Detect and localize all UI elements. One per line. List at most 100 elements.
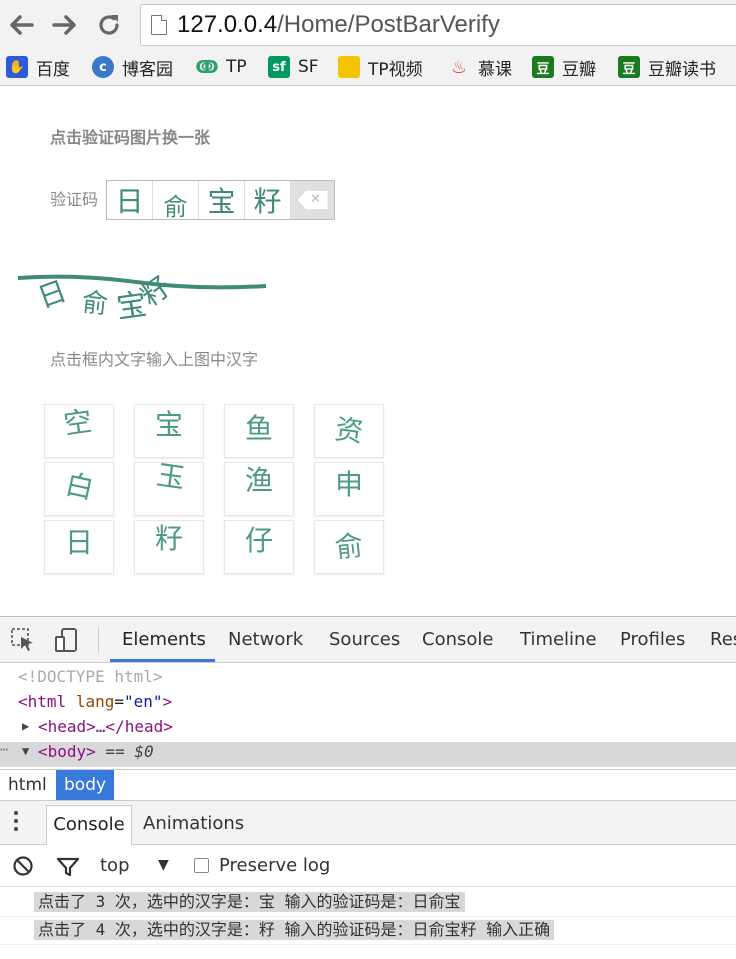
grid-char-button[interactable]: 鱼 <box>224 404 294 458</box>
grid-char: 宝 <box>154 408 183 441</box>
bookmark-sf[interactable]: sf SF <box>268 54 319 80</box>
tab-sources[interactable]: Sources <box>329 629 400 650</box>
dom-html-node[interactable]: <html lang="en"> <box>0 692 736 717</box>
html-attr-name: lang <box>75 692 115 711</box>
bookmark-douban-read[interactable]: 豆豆瓣读书 <box>618 54 716 80</box>
tab-profiles[interactable]: Profiles <box>620 629 685 650</box>
grid-char-button[interactable]: 仔 <box>224 520 294 574</box>
grid-char-button[interactable]: 白 <box>44 462 114 516</box>
console-message[interactable]: 点击了 3 次，选中的汉字是：宝 输入的验证码是：日俞宝 <box>0 889 736 917</box>
bookmark-label: 博客园 <box>122 59 173 80</box>
grid-char: 申 <box>334 468 363 501</box>
bookmark-cnblogs[interactable]: c 博客园 <box>92 54 173 80</box>
page-icon <box>151 15 167 35</box>
bookmark-label: 百度 <box>36 59 70 80</box>
captcha-input-char: 宝 <box>199 181 245 219</box>
grid-char-button[interactable]: 日 <box>44 520 114 574</box>
segmentfault-icon: sf <box>268 56 290 78</box>
context-select[interactable]: top <box>100 855 130 876</box>
captcha-input-char: 籽 <box>245 181 291 219</box>
bookmark-douban[interactable]: 豆豆瓣 <box>532 54 596 80</box>
grid-char: 日 <box>64 526 93 559</box>
flame-icon: ♨ <box>450 56 468 78</box>
collapse-arrow-icon[interactable]: ▼ <box>22 744 29 758</box>
grid-char-button[interactable]: 玉 <box>134 458 204 516</box>
thinkphp-icon: ↂ <box>195 56 219 78</box>
backspace-button[interactable]: ✕ <box>291 181 334 219</box>
captcha-label: 验证码 <box>50 190 99 209</box>
html-tag-name: html <box>27 692 67 711</box>
refresh-hint: 点击验证码图片换一张 <box>50 128 211 147</box>
bookmark-label: TP视频 <box>368 59 423 80</box>
bookmark-label: 豆瓣读书 <box>648 59 716 80</box>
click-hint: 点击框内文字输入上图中汉字 <box>50 350 259 369</box>
breadcrumb-body[interactable]: body <box>56 770 115 800</box>
bookmark-tp[interactable]: ↂ TP <box>195 54 246 80</box>
tab-elements[interactable]: Elements <box>122 629 206 650</box>
inspect-element-icon[interactable] <box>10 627 36 653</box>
tab-resources[interactable]: Res <box>710 629 736 650</box>
breadcrumb: html body <box>0 769 736 801</box>
captcha-image[interactable]: 日 俞 宝 籽 <box>16 272 272 328</box>
tp-video-icon <box>338 56 360 78</box>
cnblogs-icon: c <box>92 56 114 78</box>
filter-icon[interactable] <box>56 857 80 877</box>
reload-icon <box>99 15 119 35</box>
device-mode-icon[interactable] <box>54 627 80 653</box>
grid-char-button[interactable]: 空 <box>44 404 114 458</box>
captcha-input[interactable]: 日 俞 宝 籽 ✕ <box>106 180 335 221</box>
grid-char: 渔 <box>244 464 273 497</box>
grid-char-button[interactable]: 籽 <box>134 520 204 574</box>
bookmark-baidu[interactable]: ✋ 百度 <box>6 54 70 80</box>
toolbar-divider <box>98 627 99 653</box>
browser-toolbar: 127.0.0.4/Home/PostBarVerify <box>0 0 736 50</box>
dom-body-node[interactable]: ⋯ ▼ <body> == $0 <box>0 742 736 767</box>
bookmark-imooc[interactable]: ♨ 慕课 <box>448 54 512 80</box>
drawer-tab-animations[interactable]: Animations <box>143 813 244 834</box>
drawer-tab-console[interactable]: Console <box>46 805 132 845</box>
grid-char: 玉 <box>154 458 187 495</box>
tab-console[interactable]: Console <box>422 629 493 650</box>
grid-char-button[interactable]: 宝 <box>134 404 204 458</box>
drawer-menu-icon[interactable] <box>14 811 20 835</box>
breadcrumb-html[interactable]: html <box>0 770 55 800</box>
douban-icon: 豆 <box>532 56 554 78</box>
expand-arrow-icon[interactable]: ▶ <box>22 719 29 733</box>
doctype-text: <!DOCTYPE html> <box>18 667 163 686</box>
reload-button[interactable] <box>94 8 124 42</box>
grid-char-button[interactable]: 资 <box>314 404 384 458</box>
drawer-tabbar: Console Animations <box>0 801 736 845</box>
url-text[interactable]: 127.0.0.4/Home/PostBarVerify <box>177 11 500 39</box>
dom-head-node[interactable]: ▶ <head>…</head> <box>0 717 736 742</box>
grid-char: 鱼 <box>244 412 273 445</box>
devtools-tabbar: Elements Network Sources Console Timelin… <box>0 617 736 663</box>
active-tab-indicator <box>110 659 215 662</box>
page-content: 点击验证码图片换一张 验证码 日 俞 宝 籽 ✕ 日 俞 宝 籽 点击框内文字输… <box>0 86 736 616</box>
address-bar[interactable]: 127.0.0.4/Home/PostBarVerify <box>140 4 736 46</box>
grid-char-button[interactable]: 俞 <box>314 520 384 574</box>
preserve-log-checkbox[interactable] <box>194 858 209 873</box>
backspace-icon: ✕ <box>297 191 328 209</box>
grid-char-button[interactable]: 申 <box>314 462 384 516</box>
dom-tree: <!DOCTYPE html> <html lang="en"> ▶ <head>… <box>0 663 736 769</box>
head-tag-text: <head>…</head> <box>38 717 173 736</box>
bookmarks-bar: ✋ 百度 c 博客园 ↂ TP sf SF TP视频 ♨ 慕课 豆豆瓣 豆豆瓣读书 <box>0 50 736 86</box>
captcha-image-char: 俞 <box>80 288 109 321</box>
chevron-down-icon[interactable]: ▼ <box>158 857 169 873</box>
dom-doctype[interactable]: <!DOCTYPE html> <box>0 667 736 692</box>
clear-console-icon[interactable] <box>12 855 34 877</box>
back-button[interactable] <box>6 8 36 42</box>
grid-char: 籽 <box>154 522 183 555</box>
body-tag-text: <body> <box>38 742 96 761</box>
grid-char: 俞 <box>333 528 365 565</box>
arrow-right-icon <box>52 15 76 35</box>
console-message[interactable]: 点击了 4 次，选中的汉字是：籽 输入的验证码是：日俞宝籽 输入正确 <box>0 917 736 945</box>
tab-timeline[interactable]: Timeline <box>520 629 597 650</box>
grid-char-button[interactable]: 渔 <box>224 462 294 516</box>
tab-network[interactable]: Network <box>228 629 303 650</box>
bookmark-tp-video[interactable]: TP视频 <box>338 54 423 80</box>
captcha-input-char: 俞 <box>153 181 199 221</box>
more-dots-icon: ⋯ <box>0 742 9 758</box>
forward-button[interactable] <box>50 8 80 42</box>
grid-char: 白 <box>62 467 97 506</box>
